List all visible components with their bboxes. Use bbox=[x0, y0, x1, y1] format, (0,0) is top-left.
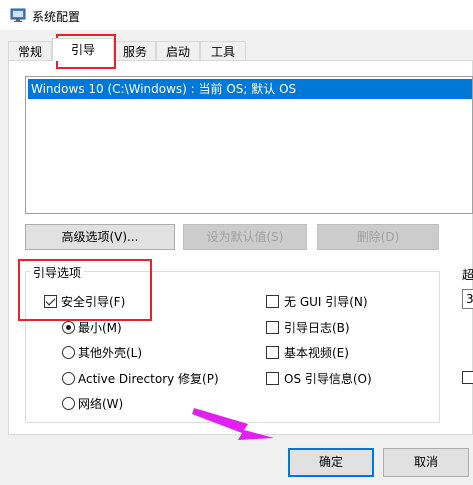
cancel-button[interactable]: 取消 bbox=[383, 448, 469, 477]
title-bar: 系统配置 bbox=[0, 0, 473, 30]
active-directory-repair-label[interactable]: Active Directory 修复(P) bbox=[78, 372, 219, 386]
tab-startup[interactable]: 启动 bbox=[156, 41, 200, 61]
tab-services[interactable]: 服务 bbox=[114, 41, 156, 61]
base-video-label[interactable]: 基本视频(E) bbox=[284, 346, 349, 360]
no-gui-boot-label[interactable]: 无 GUI 引导(N) bbox=[284, 295, 368, 309]
tab-label: 服务 bbox=[122, 45, 147, 59]
system-config-icon bbox=[10, 8, 26, 22]
minimal-label[interactable]: 最小(M) bbox=[78, 321, 122, 335]
active-directory-repair-radio[interactable] bbox=[62, 372, 75, 385]
tab-general[interactable]: 常规 bbox=[8, 41, 52, 61]
no-gui-boot-checkbox[interactable] bbox=[266, 295, 279, 308]
alternate-shell-radio[interactable] bbox=[62, 346, 75, 359]
timeout-input[interactable]: 3 bbox=[462, 289, 473, 309]
os-list[interactable]: Windows 10 (C:\Windows) : 当前 OS; 默认 OS bbox=[25, 76, 473, 214]
safe-boot-label[interactable]: 安全引导(F) bbox=[61, 295, 125, 309]
arrow-icon bbox=[192, 408, 274, 440]
safe-boot-checkbox[interactable] bbox=[44, 295, 57, 308]
tab-label: 常规 bbox=[17, 45, 42, 59]
boot-log-label[interactable]: 引导日志(B) bbox=[284, 321, 350, 335]
boot-options-label: 引导选项 bbox=[30, 264, 85, 281]
tab-tools[interactable]: 工具 bbox=[200, 41, 246, 61]
delete-button[interactable]: 删除(D) bbox=[317, 224, 439, 250]
timeout-value: 3 bbox=[466, 292, 473, 306]
boot-log-checkbox[interactable] bbox=[266, 321, 279, 334]
network-radio[interactable] bbox=[62, 397, 75, 410]
os-boot-info-checkbox[interactable] bbox=[266, 372, 279, 385]
tab-label: 启动 bbox=[165, 45, 190, 59]
network-label[interactable]: 网络(W) bbox=[78, 397, 123, 411]
ok-button[interactable]: 确定 bbox=[288, 448, 374, 477]
tab-boot[interactable]: 引导 bbox=[52, 38, 114, 61]
base-video-checkbox[interactable] bbox=[266, 346, 279, 359]
timeout-label: 超 bbox=[462, 268, 473, 282]
tab-label: 工具 bbox=[210, 45, 235, 59]
minimal-radio[interactable] bbox=[62, 321, 75, 334]
tab-label: 引导 bbox=[70, 43, 95, 57]
make-permanent-checkbox[interactable] bbox=[462, 371, 473, 384]
os-boot-info-label[interactable]: OS 引导信息(O) bbox=[284, 372, 372, 386]
window-title: 系统配置 bbox=[32, 10, 81, 24]
advanced-options-button[interactable]: 高级选项(V)... bbox=[25, 224, 175, 250]
set-default-button[interactable]: 设为默认值(S) bbox=[183, 224, 307, 250]
alternate-shell-label[interactable]: 其他外壳(L) bbox=[78, 346, 142, 360]
os-list-item[interactable]: Windows 10 (C:\Windows) : 当前 OS; 默认 OS bbox=[28, 79, 472, 99]
